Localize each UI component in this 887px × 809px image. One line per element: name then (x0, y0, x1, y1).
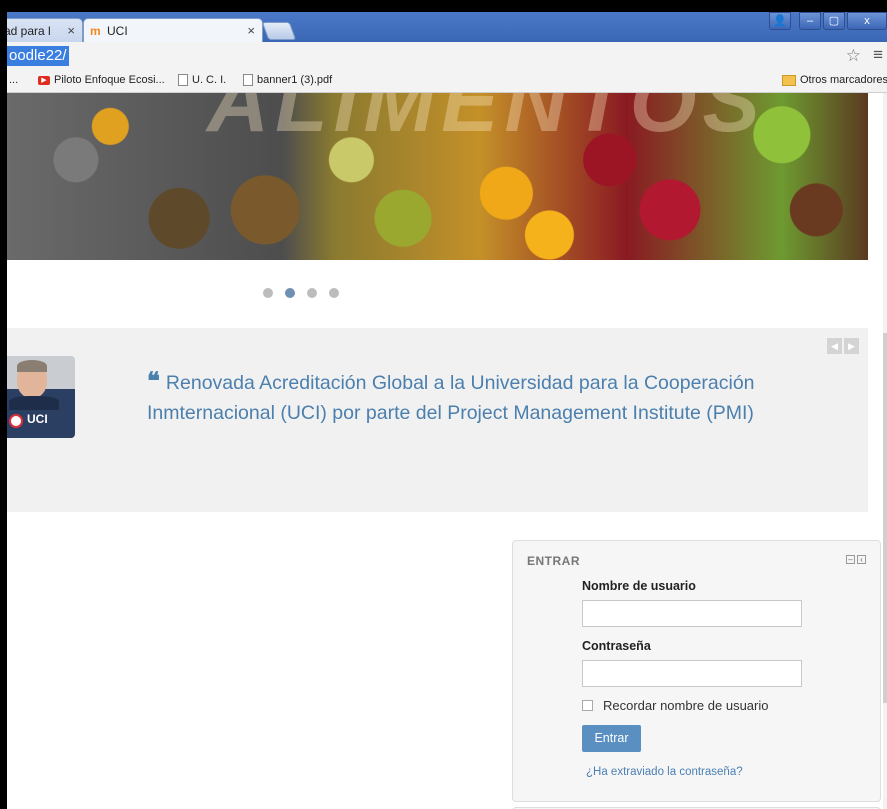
quote-icon: ❝ (147, 366, 160, 395)
slider-banner-image[interactable]: ALIMENTOS (7, 93, 868, 260)
tab-label: UCI (107, 24, 128, 38)
news-headline[interactable]: ❝ Renovada Acreditación Global a la Unive… (147, 366, 827, 428)
news-headline-text: Renovada Acreditación Global a la Univer… (147, 372, 755, 424)
next-arrow-icon[interactable]: ▶ (844, 338, 859, 354)
youtube-icon: ▶ (38, 75, 50, 85)
forgot-password-link[interactable]: ¿Ha extraviado la contraseña? (586, 766, 743, 778)
news-thumbnail-text: UCI (27, 412, 48, 426)
address-bar: oodle22/ ☆ ≡ (7, 42, 887, 71)
maximize-button[interactable]: ▢ (823, 12, 845, 30)
bookmark-item[interactable]: banner1 (3).pdf (243, 74, 332, 87)
news-nav: ◀ ▶ (827, 338, 859, 354)
tab-strip: ad para l × m UCI × 👤 – ▢ x (7, 12, 887, 42)
close-tab-icon[interactable]: × (67, 23, 75, 38)
password-input[interactable] (582, 660, 802, 687)
collapse-icon[interactable]: – (846, 555, 855, 564)
browser-window: ad para l × m UCI × 👤 – ▢ x oodle22/ ☆ ≡… (7, 12, 887, 809)
moodle-logo-icon: m (90, 24, 101, 38)
page-content: ALIMENTOS ◀ ▶ UCI ❝ Renovada Acreditación… (7, 93, 887, 809)
page-icon (178, 74, 188, 87)
login-block: ENTRAR – ‹ Nombre de usuario Contraseña … (512, 540, 881, 802)
window-controls: 👤 – ▢ x (769, 12, 887, 32)
prev-arrow-icon[interactable]: ◀ (827, 338, 842, 354)
tab-label: ad para l (7, 24, 51, 38)
remember-row: Recordar nombre de usuario (582, 698, 768, 713)
user-profile-icon[interactable]: 👤 (769, 12, 791, 30)
tab-uci[interactable]: m UCI × (83, 18, 263, 42)
username-label: Nombre de usuario (582, 579, 696, 593)
close-tab-icon[interactable]: × (247, 23, 255, 38)
password-label: Contraseña (582, 639, 651, 653)
bookmark-item[interactable]: U. C. I. (178, 74, 226, 87)
close-window-button[interactable]: x (847, 12, 887, 30)
login-title: ENTRAR (527, 554, 580, 568)
login-button[interactable]: Entrar (582, 725, 641, 752)
bookmarks-bar: ... ▶ Piloto Enfoque Ecosi... U. C. I. ba… (7, 70, 887, 93)
url-input[interactable]: oodle22/ (7, 46, 69, 66)
news-carousel: ◀ ▶ UCI ❝ Renovada Acreditación Global a … (7, 328, 868, 512)
bookmark-star-icon[interactable]: ☆ (846, 46, 861, 66)
remember-checkbox[interactable] (582, 700, 593, 711)
scrollbar[interactable] (883, 93, 887, 809)
folder-icon (782, 74, 796, 86)
tab-previous[interactable]: ad para l × (7, 18, 83, 42)
scrollbar-thumb[interactable] (883, 333, 887, 703)
username-input[interactable] (582, 600, 802, 627)
banner-text: ALIMENTOS (207, 93, 766, 150)
menu-icon[interactable]: ≡ (873, 45, 883, 65)
news-thumbnail[interactable]: UCI (7, 356, 75, 438)
slider-dot[interactable] (307, 288, 317, 298)
dock-icon[interactable]: ‹ (857, 555, 866, 564)
page-icon (243, 74, 253, 87)
slider-dot-active[interactable] (285, 288, 295, 298)
bookmark-item[interactable]: ... (9, 74, 18, 86)
slider-dot[interactable] (263, 288, 273, 298)
slider-dot[interactable] (329, 288, 339, 298)
other-bookmarks[interactable]: Otros marcadores (782, 74, 887, 86)
remember-label[interactable]: Recordar nombre de usuario (603, 698, 768, 713)
bookmark-item[interactable]: ▶ Piloto Enfoque Ecosi... (38, 74, 165, 86)
block-controls: – ‹ (846, 555, 866, 564)
new-tab-button[interactable] (261, 22, 297, 40)
minimize-button[interactable]: – (799, 12, 821, 30)
uci-badge-icon (9, 414, 23, 428)
slider-dots (263, 288, 339, 298)
